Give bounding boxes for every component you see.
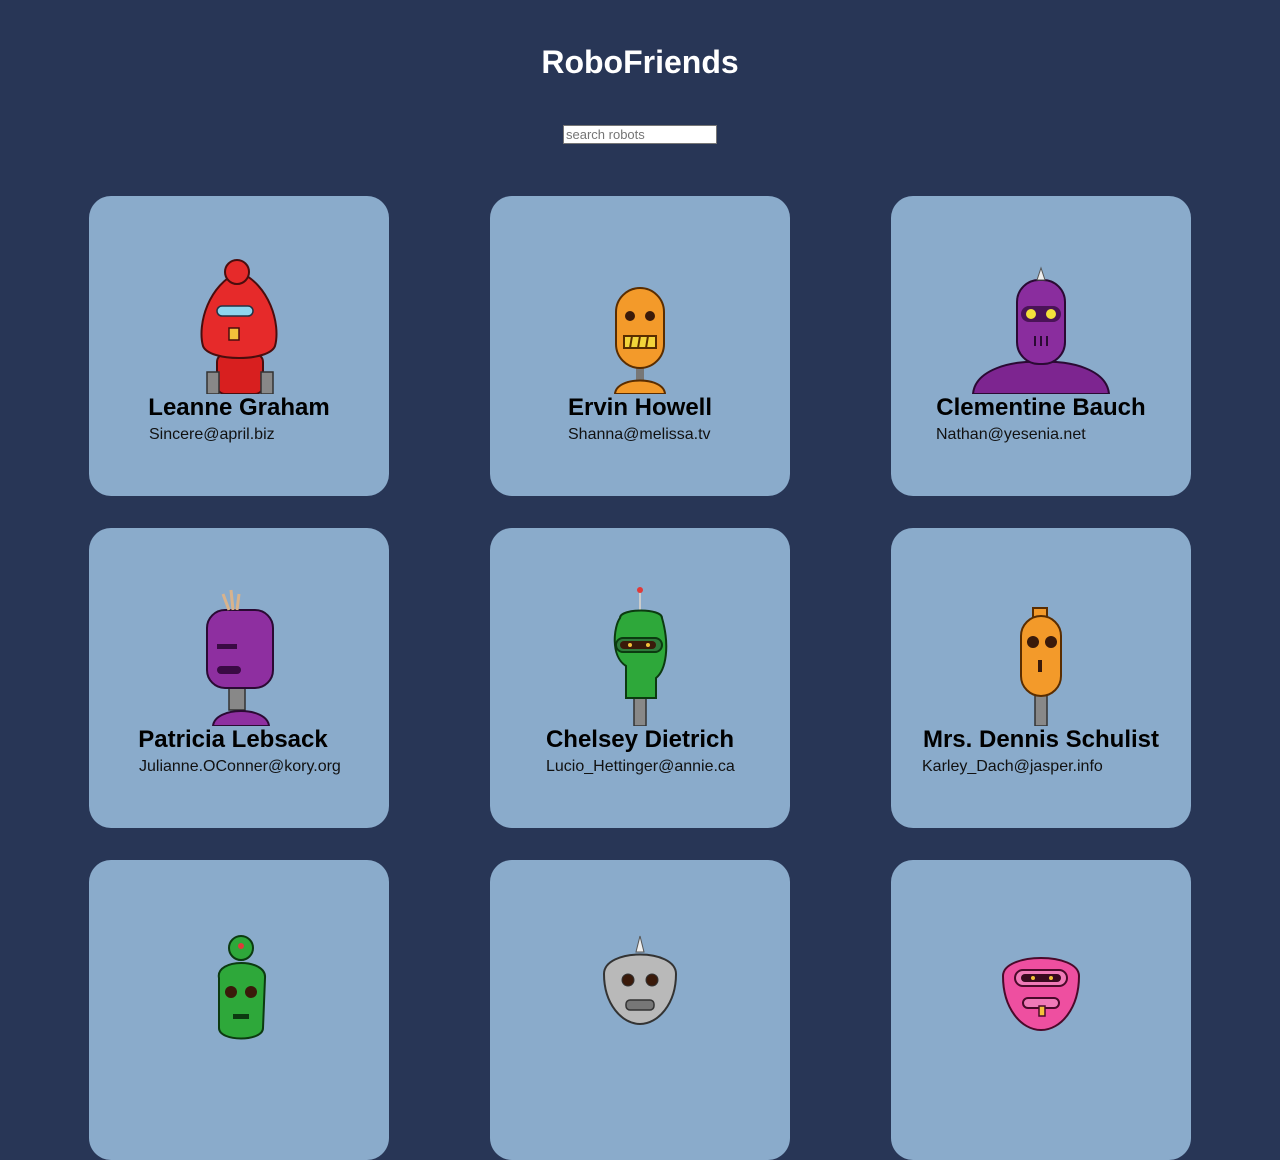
robot-card[interactable] (89, 860, 389, 1160)
robot-card[interactable]: Clementine Bauch Nathan@yesenia.net (891, 196, 1191, 496)
robot-email: Nathan@yesenia.net (936, 426, 1086, 443)
robot-card[interactable]: Chelsey Dietrich Lucio_Hettinger@annie.c… (490, 528, 790, 828)
orange-robot-icon (1020, 607, 1062, 726)
robot-email: Julianne.OConner@kory.org (139, 758, 341, 775)
purple-robot-icon (971, 266, 1111, 394)
robot-card[interactable]: Mrs. Dennis Schulist Karley_Dach@jasper.… (891, 528, 1191, 828)
search-input[interactable] (563, 125, 717, 144)
robot-card[interactable]: Ervin Howell Shanna@melissa.tv (490, 196, 790, 496)
green-robot-icon (217, 935, 267, 1040)
page-title: RoboFriends (541, 44, 739, 80)
purple-robot-icon (206, 589, 274, 726)
robot-email: Lucio_Hettinger@annie.ca (546, 758, 735, 775)
robot-email: Sincere@april.biz (149, 426, 275, 443)
robot-name: Mrs. Dennis Schulist (922, 726, 1160, 753)
red-robot-icon (200, 259, 278, 394)
robot-card[interactable]: Patricia Lebsack Julianne.OConner@kory.o… (89, 528, 389, 828)
robot-name: Clementine Bauch (936, 394, 1146, 421)
orange-robot-icon (613, 287, 667, 394)
robot-card[interactable] (490, 860, 790, 1160)
robot-name: Leanne Graham (148, 394, 330, 421)
robot-card[interactable] (891, 860, 1191, 1160)
robot-card[interactable]: Leanne Graham Sincere@april.biz (89, 196, 389, 496)
robot-email: Karley_Dach@jasper.info (922, 758, 1103, 775)
robot-name: Chelsey Dietrich (545, 726, 735, 753)
green-robot-icon (613, 587, 668, 726)
gray-robot-icon (602, 935, 678, 1026)
robot-name: Ervin Howell (567, 394, 713, 421)
robot-name: Patricia Lebsack (138, 726, 328, 753)
robot-email: Shanna@melissa.tv (568, 426, 711, 443)
pink-robot-icon (1001, 957, 1081, 1032)
